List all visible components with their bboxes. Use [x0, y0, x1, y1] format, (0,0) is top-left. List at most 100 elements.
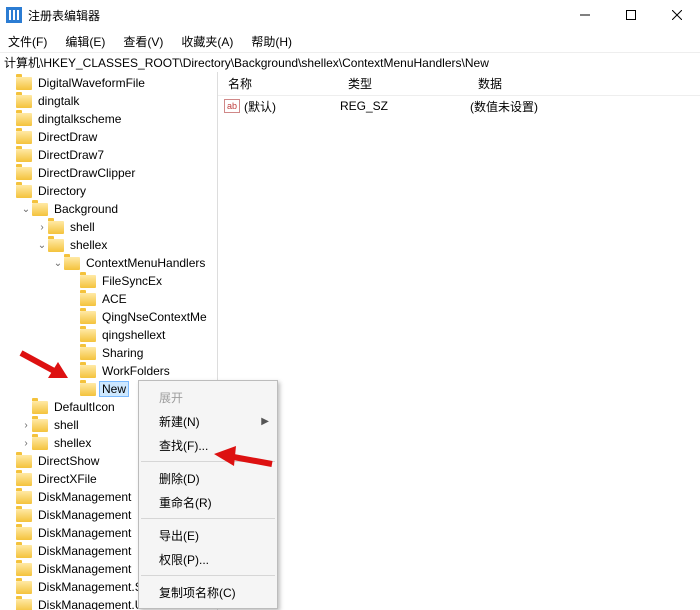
- col-header-name[interactable]: 名称: [218, 75, 338, 92]
- ctx-new[interactable]: 新建(N)▶: [139, 409, 277, 433]
- col-header-data[interactable]: 数据: [468, 75, 700, 92]
- tree-item[interactable]: dingtalkscheme: [0, 110, 217, 128]
- list-row[interactable]: (默认) REG_SZ (数值未设置): [218, 96, 700, 116]
- tree-item-label: QingNseContextMe: [100, 310, 209, 324]
- tree-item[interactable]: Background: [0, 200, 217, 218]
- folder-icon: [80, 311, 96, 324]
- folder-icon: [16, 131, 32, 144]
- ctx-rename[interactable]: 重命名(R): [139, 490, 277, 514]
- tree-item-label: DefaultIcon: [52, 400, 117, 414]
- tree-item-label: Background: [52, 202, 120, 216]
- tree-item-label: DiskManagement: [36, 544, 133, 558]
- tree-item[interactable]: shell: [0, 218, 217, 236]
- folder-icon: [16, 509, 32, 522]
- tree-item-label: shellex: [52, 436, 93, 450]
- chevron-right-icon[interactable]: [36, 222, 48, 233]
- tree-item[interactable]: Directory: [0, 182, 217, 200]
- folder-icon: [16, 77, 32, 90]
- tree-item-label: qingshellext: [100, 328, 167, 342]
- tree-item[interactable]: Sharing: [0, 344, 217, 362]
- string-value-icon: [224, 99, 240, 113]
- tree-item[interactable]: FileSyncEx: [0, 272, 217, 290]
- tree-item-label: New: [100, 382, 128, 396]
- ctx-export[interactable]: 导出(E): [139, 523, 277, 547]
- tree-item-label: dingtalk: [36, 94, 81, 108]
- chevron-down-icon[interactable]: [20, 204, 32, 215]
- menu-edit[interactable]: 编辑(E): [63, 31, 107, 52]
- col-header-type[interactable]: 类型: [338, 75, 468, 92]
- tree-item[interactable]: WorkFolders: [0, 362, 217, 380]
- tree-item[interactable]: DigitalWaveformFile: [0, 74, 217, 92]
- menu-bar: 文件(F) 编辑(E) 查看(V) 收藏夹(A) 帮助(H): [0, 30, 700, 52]
- folder-icon: [80, 365, 96, 378]
- submenu-arrow-icon: ▶: [261, 416, 269, 427]
- tree-item-label: DirectDraw: [36, 130, 99, 144]
- folder-icon: [80, 293, 96, 306]
- tree-item-label: Directory: [36, 184, 88, 198]
- tree-item[interactable]: ACE: [0, 290, 217, 308]
- tree-item-label: shell: [68, 220, 97, 234]
- chevron-right-icon[interactable]: [20, 420, 32, 431]
- window-controls: [562, 0, 700, 30]
- tree-item[interactable]: DirectDrawClipper: [0, 164, 217, 182]
- address-bar[interactable]: 计算机\HKEY_CLASSES_ROOT\Directory\Backgrou…: [0, 52, 700, 72]
- chevron-right-icon[interactable]: [20, 438, 32, 449]
- tree-item-label: ACE: [100, 292, 129, 306]
- tree-item-label: Sharing: [100, 346, 145, 360]
- folder-icon: [32, 401, 48, 414]
- folder-icon: [16, 563, 32, 576]
- context-menu: 展开 新建(N)▶ 查找(F)... 删除(D) 重命名(R) 导出(E) 权限…: [138, 380, 278, 609]
- value-name: (默认): [244, 98, 340, 115]
- address-text: 计算机\HKEY_CLASSES_ROOT\Directory\Backgrou…: [4, 54, 489, 71]
- ctx-permissions[interactable]: 权限(P)...: [139, 547, 277, 571]
- folder-icon: [16, 599, 32, 610]
- value-data: (数值未设置): [470, 98, 700, 115]
- minimize-button[interactable]: [562, 0, 608, 30]
- maximize-button[interactable]: [608, 0, 654, 30]
- chevron-down-icon[interactable]: [52, 258, 64, 269]
- tree-item-label: DirectDraw7: [36, 148, 106, 162]
- chevron-down-icon[interactable]: [36, 240, 48, 251]
- tree-item[interactable]: shellex: [0, 236, 217, 254]
- tree-item-label: dingtalkscheme: [36, 112, 123, 126]
- menu-file[interactable]: 文件(F): [6, 31, 49, 52]
- tree-item[interactable]: qingshellext: [0, 326, 217, 344]
- tree-item[interactable]: DirectDraw7: [0, 146, 217, 164]
- folder-icon: [80, 275, 96, 288]
- tree-item[interactable]: DirectDraw: [0, 128, 217, 146]
- tree-item[interactable]: dingtalk: [0, 92, 217, 110]
- folder-icon: [80, 329, 96, 342]
- folder-icon: [16, 473, 32, 486]
- folder-icon: [32, 419, 48, 432]
- main-area: DigitalWaveformFile dingtalk dingtalkschem…: [0, 72, 700, 610]
- folder-icon: [80, 383, 96, 396]
- folder-icon: [16, 95, 32, 108]
- folder-icon: [16, 527, 32, 540]
- close-button[interactable]: [654, 0, 700, 30]
- window-title: 注册表编辑器: [28, 7, 562, 24]
- tree-item-label: DiskManagement: [36, 526, 133, 540]
- ctx-find[interactable]: 查找(F)...: [139, 433, 277, 457]
- tree-item[interactable]: QingNseContextMe: [0, 308, 217, 326]
- folder-icon: [64, 257, 80, 270]
- ctx-separator: [141, 461, 275, 462]
- tree-item[interactable]: ContextMenuHandlers: [0, 254, 217, 272]
- menu-favorites[interactable]: 收藏夹(A): [179, 31, 235, 52]
- folder-icon: [16, 113, 32, 126]
- folder-icon: [16, 545, 32, 558]
- ctx-separator: [141, 518, 275, 519]
- list-panel: 名称 类型 数据 (默认) REG_SZ (数值未设置): [218, 72, 700, 610]
- tree-item-label: DiskManagement: [36, 562, 133, 576]
- ctx-delete[interactable]: 删除(D): [139, 466, 277, 490]
- app-icon: [6, 7, 22, 23]
- folder-icon: [32, 203, 48, 216]
- tree-item-label: shellex: [68, 238, 109, 252]
- ctx-copy-key-name[interactable]: 复制项名称(C): [139, 580, 277, 604]
- folder-icon: [16, 167, 32, 180]
- tree-item-label: DiskManagement: [36, 508, 133, 522]
- menu-view[interactable]: 查看(V): [121, 31, 165, 52]
- title-bar: 注册表编辑器: [0, 0, 700, 30]
- folder-icon: [16, 149, 32, 162]
- menu-help[interactable]: 帮助(H): [249, 31, 294, 52]
- ctx-expand: 展开: [139, 385, 277, 409]
